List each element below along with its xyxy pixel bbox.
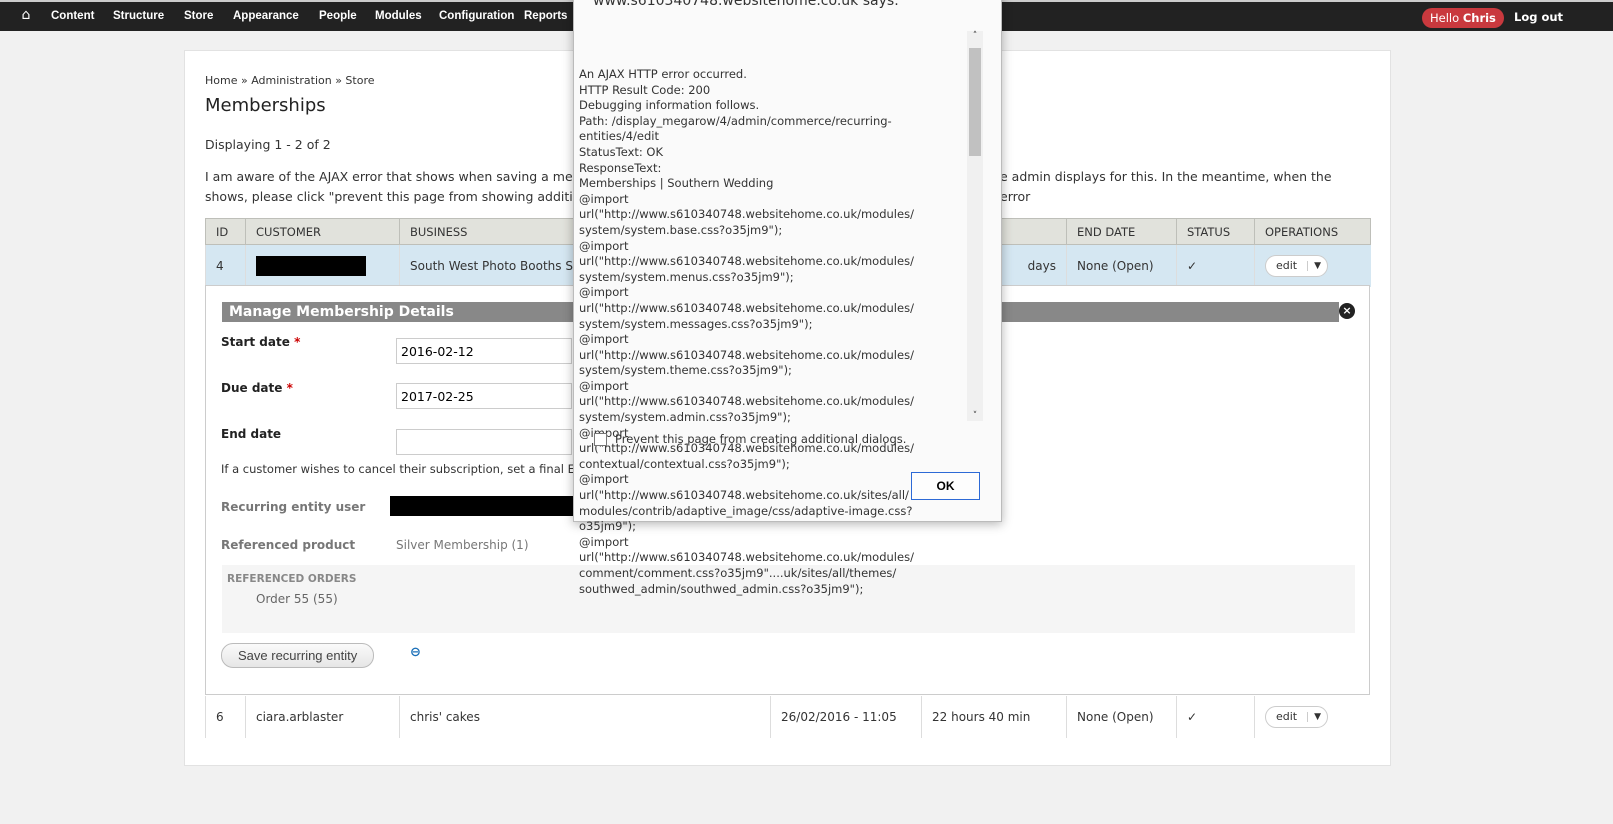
checkbox-box[interactable] <box>594 432 607 446</box>
scroll-down-icon[interactable]: ˅ <box>967 411 983 421</box>
edit-label[interactable]: edit <box>1266 710 1307 723</box>
dialog-message: An AJAX HTTP error occurred. HTTP Result… <box>579 67 914 596</box>
notice-line1-right: e admin displays for this. In the meanti… <box>1000 169 1332 204</box>
cell-status: ✓ <box>1176 244 1255 287</box>
cell-id: 6 <box>205 695 246 738</box>
redacted-block <box>256 255 366 276</box>
close-icon[interactable]: × <box>1339 303 1355 319</box>
nav-content[interactable]: Content <box>51 10 94 22</box>
prevent-dialogs-checkbox[interactable]: Prevent this page from creating addition… <box>594 432 906 446</box>
caret-down-icon[interactable]: ▼ <box>1307 260 1327 271</box>
cell-customer: ciara.arblaster <box>245 695 400 738</box>
user-greeting[interactable]: Hello Chris <box>1422 8 1504 28</box>
cell-end: None (Open) <box>1066 695 1177 738</box>
nav-store[interactable]: Store <box>184 10 213 22</box>
result-count: Displaying 1 - 2 of 2 <box>205 137 331 152</box>
col-operations: OPERATIONS <box>1254 218 1371 245</box>
notice-line2: shows, please click "prevent this page f… <box>205 189 600 204</box>
hello-text: Hello <box>1430 11 1460 25</box>
edit-dropbutton[interactable]: edit ▼ <box>1265 705 1329 728</box>
col-customer[interactable]: CUSTOMER <box>245 218 400 245</box>
start-date-label: Start date * <box>221 335 300 349</box>
cell-ops: edit ▼ <box>1254 244 1371 287</box>
home-icon[interactable]: ⌂ <box>16 7 36 23</box>
cell-status: ✓ <box>1176 695 1255 738</box>
cell-business: chris' cakes <box>399 695 771 738</box>
edit-dropbutton[interactable]: edit ▼ <box>1265 254 1329 277</box>
scrollbar-thumb[interactable] <box>969 48 981 156</box>
user-name: Chris <box>1462 11 1496 25</box>
nav-structure[interactable]: Structure <box>113 10 164 22</box>
logout-link[interactable]: Log out <box>1514 10 1563 24</box>
page-title: Memberships <box>205 95 326 116</box>
nav-people[interactable]: People <box>319 10 357 22</box>
alert-dialog: www.s610340748.websitehome.co.uk says: A… <box>573 0 1002 596</box>
save-recurring-entity-button[interactable]: Save recurring entity <box>221 643 375 668</box>
nav-reports[interactable]: Reports <box>524 10 567 22</box>
order-value[interactable]: Order 55 (55) <box>256 592 338 606</box>
col-id[interactable]: ID <box>205 218 246 245</box>
due-label-text: Due date <box>221 381 283 395</box>
end-date-help: If a customer wishes to cancel their sub… <box>221 462 602 476</box>
throbber-icon: ⊖ <box>410 645 421 660</box>
cell-ops: edit ▼ <box>1254 695 1371 738</box>
edit-label[interactable]: edit <box>1266 259 1307 272</box>
end-date-label: End date <box>221 427 282 441</box>
nav-modules[interactable]: Modules <box>375 10 422 22</box>
start-date-input[interactable] <box>396 338 572 364</box>
cell-end: None (Open) <box>1066 244 1177 287</box>
product-value: Silver Membership (1) <box>396 538 529 552</box>
breadcrumb[interactable]: Home » Administration » Store <box>205 74 375 87</box>
cell-id: 4 <box>205 244 246 287</box>
required-marker: * <box>294 335 301 349</box>
notice-line1: I am aware of the AJAX error that shows … <box>205 169 601 184</box>
orders-label: REFERENCED ORDERS <box>227 573 357 585</box>
recurring-user-label: Recurring entity user <box>221 500 366 514</box>
start-label-text: Start date <box>221 335 290 349</box>
required-marker: * <box>286 381 293 395</box>
cell-customer <box>245 244 400 287</box>
table-row[interactable]: 6 ciara.arblaster chris' cakes 26/02/201… <box>205 695 1371 738</box>
redacted-block <box>390 496 592 516</box>
ok-button[interactable]: OK <box>911 472 980 500</box>
end-date-input[interactable] <box>396 429 572 455</box>
dialog-message-area[interactable]: An AJAX HTTP error occurred. HTTP Result… <box>579 31 983 596</box>
col-status[interactable]: STATUS <box>1176 218 1255 245</box>
cell-duration: 22 hours 40 min <box>921 695 1067 738</box>
cell-start: 26/02/2016 - 11:05 <box>770 695 922 738</box>
due-date-input[interactable] <box>396 383 572 409</box>
product-label: Referenced product <box>221 538 356 552</box>
nav-configuration[interactable]: Configuration <box>439 10 514 22</box>
scrollbar[interactable]: ˄ ˅ <box>967 31 983 421</box>
scroll-up-icon[interactable]: ˄ <box>967 31 983 47</box>
nav-appearance[interactable]: Appearance <box>233 10 299 22</box>
caret-down-icon[interactable]: ▼ <box>1307 711 1327 722</box>
checkbox-label[interactable]: Prevent this page from creating addition… <box>615 432 906 446</box>
dialog-title: www.s610340748.websitehome.co.uk says: <box>593 0 899 9</box>
due-date-label: Due date * <box>221 381 293 395</box>
col-end-date[interactable]: END DATE <box>1066 218 1177 245</box>
